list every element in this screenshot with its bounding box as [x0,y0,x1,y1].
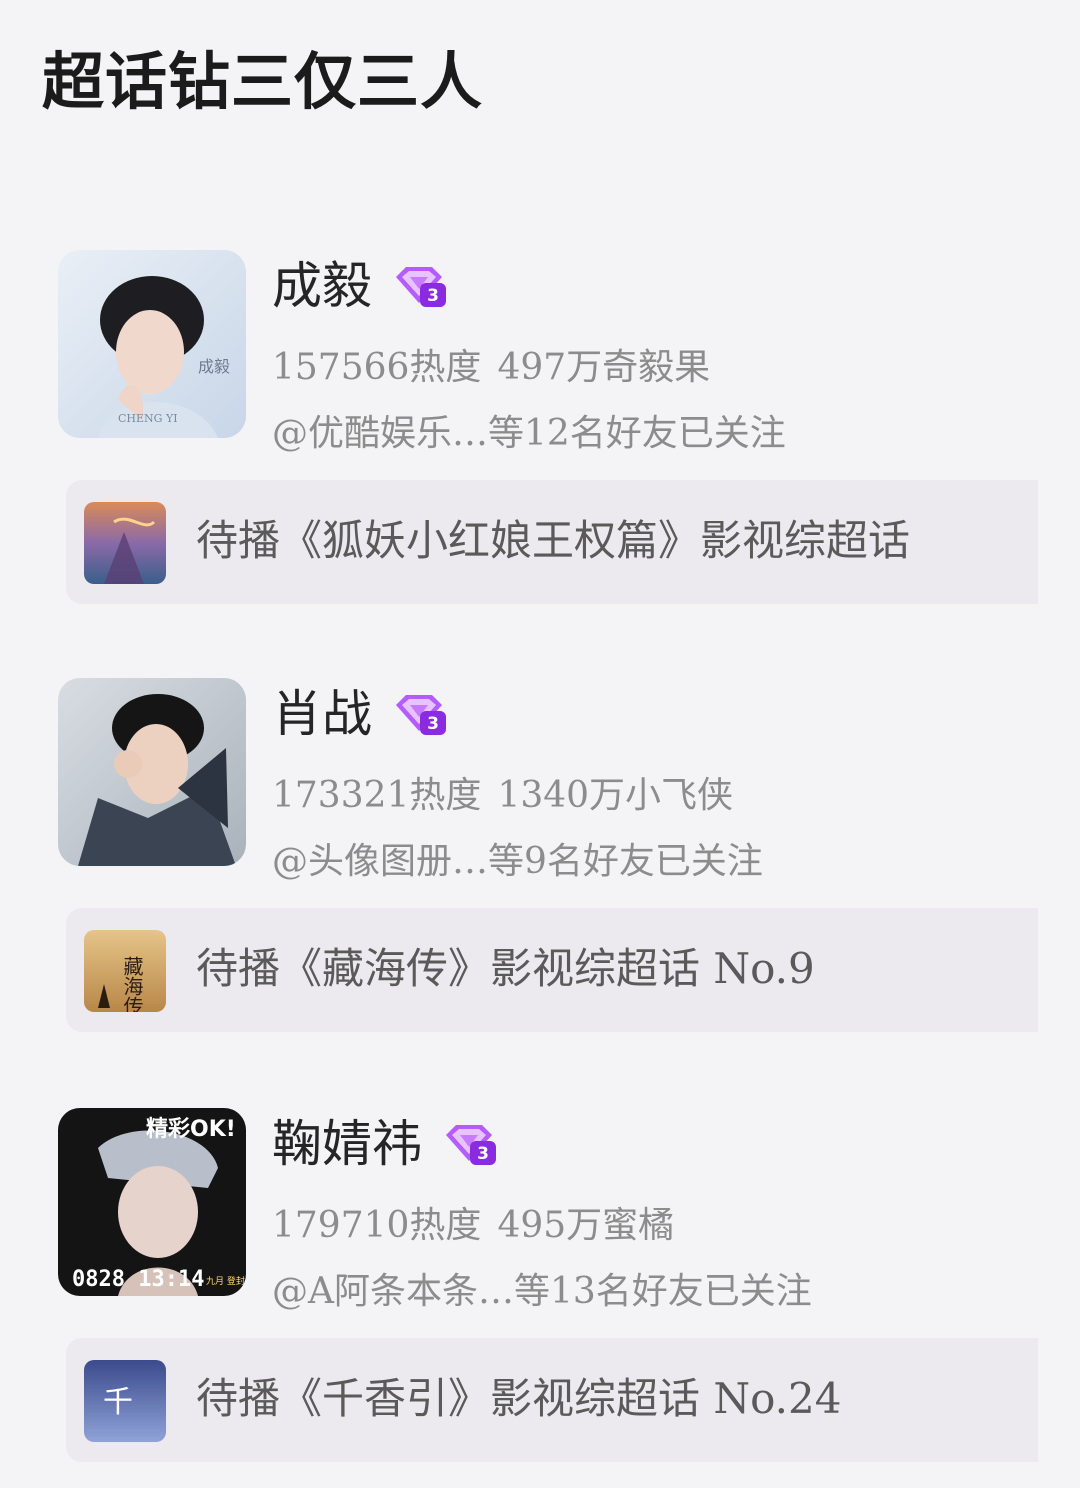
upcoming-show-card[interactable]: 待播《狐妖小红娘王权篇》影视综超话 [66,480,1038,604]
avatar-image: 精彩OK! 0828 13:14 九月 登封 [58,1108,246,1296]
avatar-caption: 成毅 [198,357,230,376]
avatar-caption-en: CHENG YI [118,412,178,425]
topic-entry-xiaozhan[interactable]: 肖战 3 173321热度 1340万小飞侠 @头像图册…等9名好友已关注 藏海传 [0,678,1080,1058]
avatar-image: 成毅 CHENG YI [58,250,246,438]
topic-name[interactable]: 成毅 [272,250,372,322]
friends-following: @优酷娱乐…等12名好友已关注 [272,413,786,454]
topic-name[interactable]: 肖战 [272,678,372,750]
show-title: 待播《狐妖小红娘王权篇》影视综超话 [196,516,911,565]
avatar-date: 0828 13:14 [72,1267,204,1292]
page-title: 超话钻三仅三人 [42,45,484,118]
avatar[interactable]: 精彩OK! 0828 13:14 九月 登封 [58,1108,246,1296]
heat-value: 173321热度 [272,775,482,816]
heat-value: 179710热度 [272,1205,482,1246]
topic-name-row: 成毅 3 [272,250,450,322]
diamond-badge-icon: 3 [446,1125,496,1165]
fans-value: 497万奇毅果 [497,347,711,388]
svg-text:3: 3 [427,714,439,734]
thumb-title: 千 [103,1385,133,1420]
fans-value: 495万蜜橘 [497,1205,675,1246]
diamond-badge-icon: 3 [396,267,446,307]
topic-entry-jujingyi[interactable]: 精彩OK! 0828 13:14 九月 登封 鞠婧祎 3 179710热度 495… [0,1108,1080,1488]
avatar[interactable] [58,678,246,866]
fans-value: 1340万小飞侠 [497,775,734,816]
heat-value: 157566热度 [272,347,482,388]
upcoming-show-card[interactable]: 千 待播《千香引》影视综超话 No.24 [66,1338,1038,1462]
friends-following: @A阿条本条…等13名好友已关注 [272,1271,812,1312]
upcoming-show-card[interactable]: 藏海传 待播《藏海传》影视综超话 No.9 [66,908,1038,1032]
svg-text:3: 3 [477,1144,489,1164]
topic-stats: 173321热度 1340万小飞侠 [272,770,749,822]
svg-text:3: 3 [427,286,439,306]
topic-name-row: 鞠婧祎 3 [272,1108,500,1180]
friends-following: @头像图册…等9名好友已关注 [272,841,763,882]
show-thumbnail [84,502,166,584]
show-title: 待播《千香引》影视综超话 No.24 [196,1374,842,1423]
avatar-note: 九月 登封 [206,1275,245,1287]
show-thumbnail: 千 [84,1360,166,1442]
topic-name[interactable]: 鞠婧祎 [272,1108,422,1180]
avatar-image [58,678,246,866]
topic-name-row: 肖战 3 [272,678,450,750]
topic-entry-chengyi[interactable]: 成毅 CHENG YI 成毅 3 157566热度 497万奇毅果 @优酷娱乐…等… [0,250,1080,630]
thumb-title: 藏海传 [120,956,144,1012]
show-thumbnail: 藏海传 [84,930,166,1012]
avatar[interactable]: 成毅 CHENG YI [58,250,246,438]
show-title: 待播《藏海传》影视综超话 No.9 [196,944,815,993]
diamond-badge-icon: 3 [396,695,446,735]
topic-stats: 157566热度 497万奇毅果 [272,342,726,394]
topic-stats: 179710热度 495万蜜橘 [272,1200,690,1252]
avatar-caption: 精彩OK! [146,1116,236,1142]
